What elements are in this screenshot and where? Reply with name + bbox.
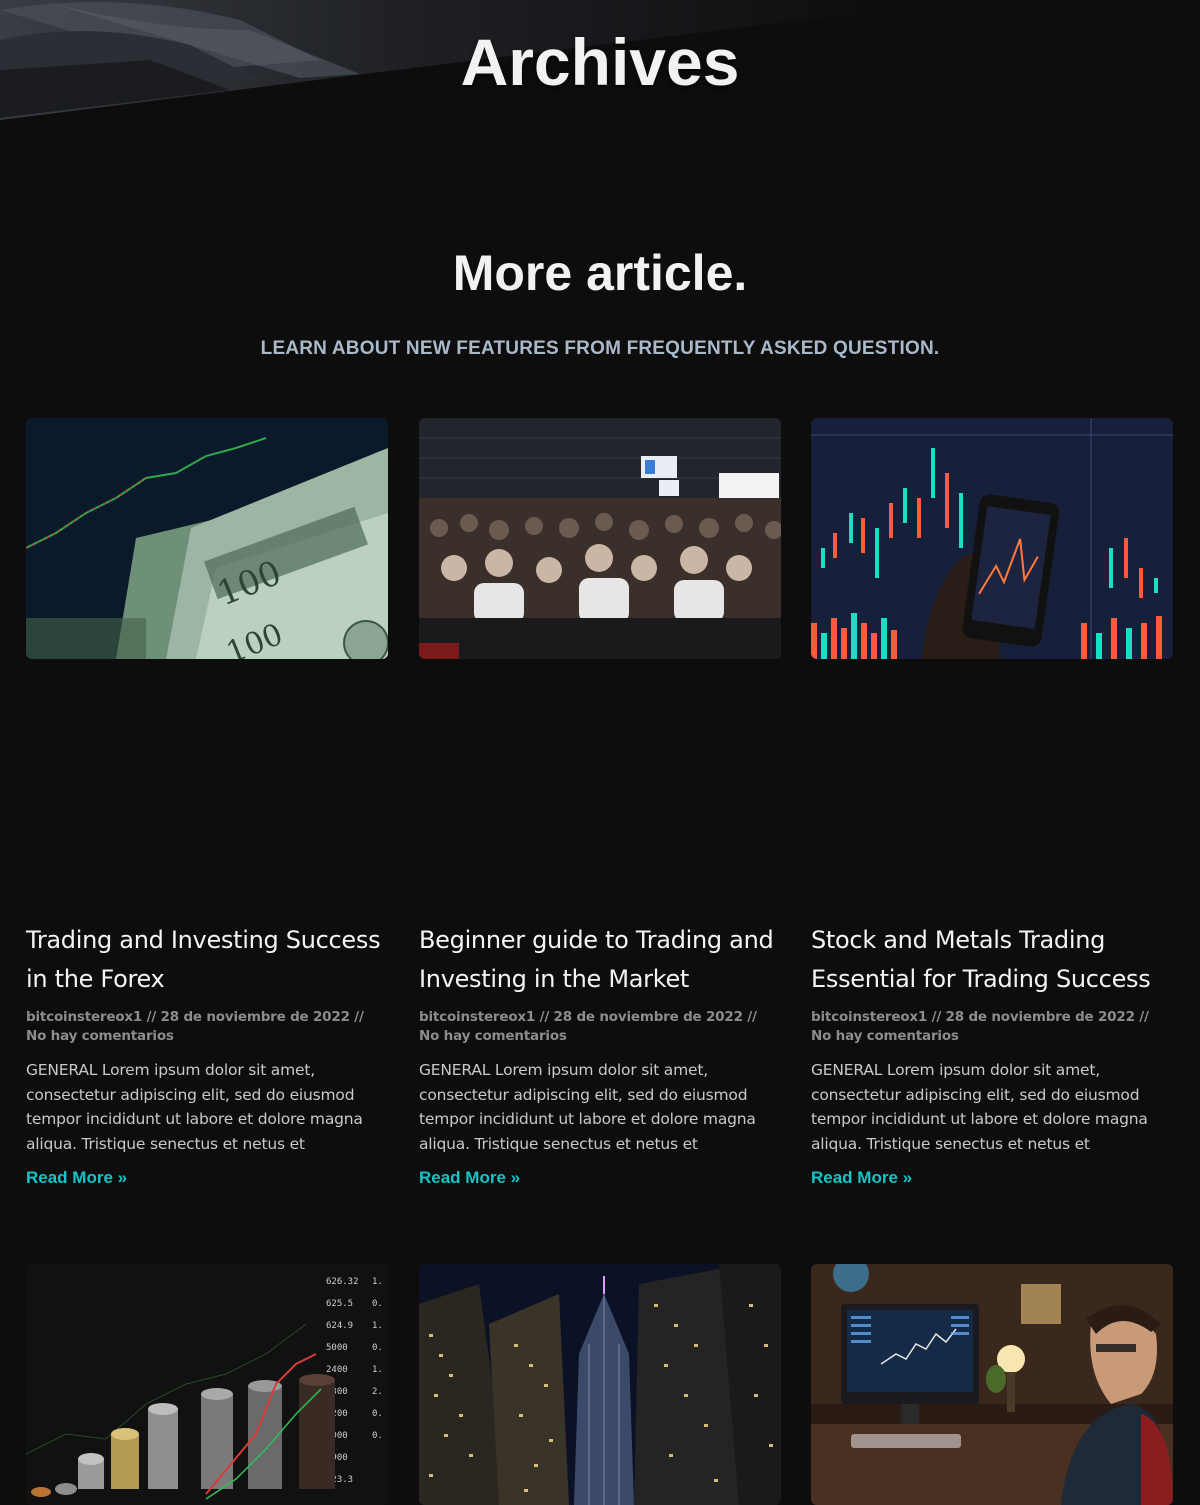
trader-at-desk-image — [811, 1264, 1173, 1505]
article-title[interactable]: Beginner guide to Trading and Investing … — [419, 921, 781, 999]
section-heading: More article. — [452, 245, 748, 301]
article-card — [811, 1264, 1173, 1505]
article-card: Stock and Metals Trading Essential for T… — [811, 418, 1173, 1187]
article-meta: bitcoinstereox1 // 28 de noviembre de 20… — [811, 1009, 1149, 1044]
svg-text:1.: 1. — [372, 1365, 383, 1375]
article-card: 100 100 Trading and Investing Success in… — [26, 418, 388, 1187]
svg-text:625.5: 625.5 — [326, 1299, 353, 1309]
section-subheading: LEARN ABOUT NEW FEATURES FROM FREQUENTLY… — [260, 338, 940, 359]
svg-text:626.32: 626.32 — [326, 1277, 359, 1287]
svg-text:2400: 2400 — [326, 1365, 348, 1375]
article-image-link[interactable] — [419, 418, 781, 659]
svg-text:0.: 0. — [372, 1431, 383, 1441]
article-title[interactable]: Stock and Metals Trading Essential for T… — [811, 921, 1173, 999]
article-image-link[interactable]: 100 100 — [26, 418, 388, 659]
article-title[interactable]: Trading and Investing Success in the For… — [26, 921, 388, 999]
svg-text:0.: 0. — [372, 1343, 383, 1353]
svg-text:5000: 5000 — [326, 1343, 348, 1353]
article-image-link[interactable] — [811, 418, 1173, 659]
conference-audience-image — [419, 418, 781, 659]
article-card: 626.32 625.5 624.9 5000 2400 2300 2200 2000 19… — [26, 1264, 388, 1505]
article-excerpt: GENERAL Lorem ipsum dolor sit amet, cons… — [419, 1061, 756, 1153]
phone-candlestick-chart-image — [811, 418, 1173, 659]
dollar-bills-chart-image: 100 100 — [26, 418, 388, 659]
page-title: Archives — [460, 25, 740, 99]
article-excerpt: GENERAL Lorem ipsum dolor sit amet, cons… — [811, 1061, 1148, 1153]
svg-text:1.: 1. — [372, 1277, 383, 1287]
coin-stacks-chart-image: 626.32625.5624.9 500024002300 2200200019… — [26, 1264, 388, 1505]
svg-text:1.: 1. — [372, 1321, 383, 1331]
svg-text:624.9: 624.9 — [326, 1321, 353, 1331]
article-image-link[interactable]: 626.32 625.5 624.9 5000 2400 2300 2200 2000 19… — [26, 1264, 388, 1505]
svg-text:0.: 0. — [372, 1299, 383, 1309]
svg-text:2.: 2. — [372, 1387, 383, 1397]
article-image-link[interactable] — [419, 1264, 781, 1505]
svg-text:0.: 0. — [372, 1409, 383, 1419]
city-skyscrapers-night-image — [419, 1264, 781, 1505]
article-meta: bitcoinstereox1 // 28 de noviembre de 20… — [26, 1009, 364, 1044]
read-more-link[interactable]: Read More » — [811, 1168, 912, 1188]
article-image-link[interactable] — [811, 1264, 1173, 1505]
article-meta: bitcoinstereox1 // 28 de noviembre de 20… — [419, 1009, 757, 1044]
article-card: Beginner guide to Trading and Investing … — [419, 418, 781, 1187]
read-more-link[interactable]: Read More » — [26, 1168, 127, 1188]
read-more-link[interactable]: Read More » — [419, 1168, 520, 1188]
article-card — [419, 1264, 781, 1505]
article-excerpt: GENERAL Lorem ipsum dolor sit amet, cons… — [26, 1061, 363, 1153]
